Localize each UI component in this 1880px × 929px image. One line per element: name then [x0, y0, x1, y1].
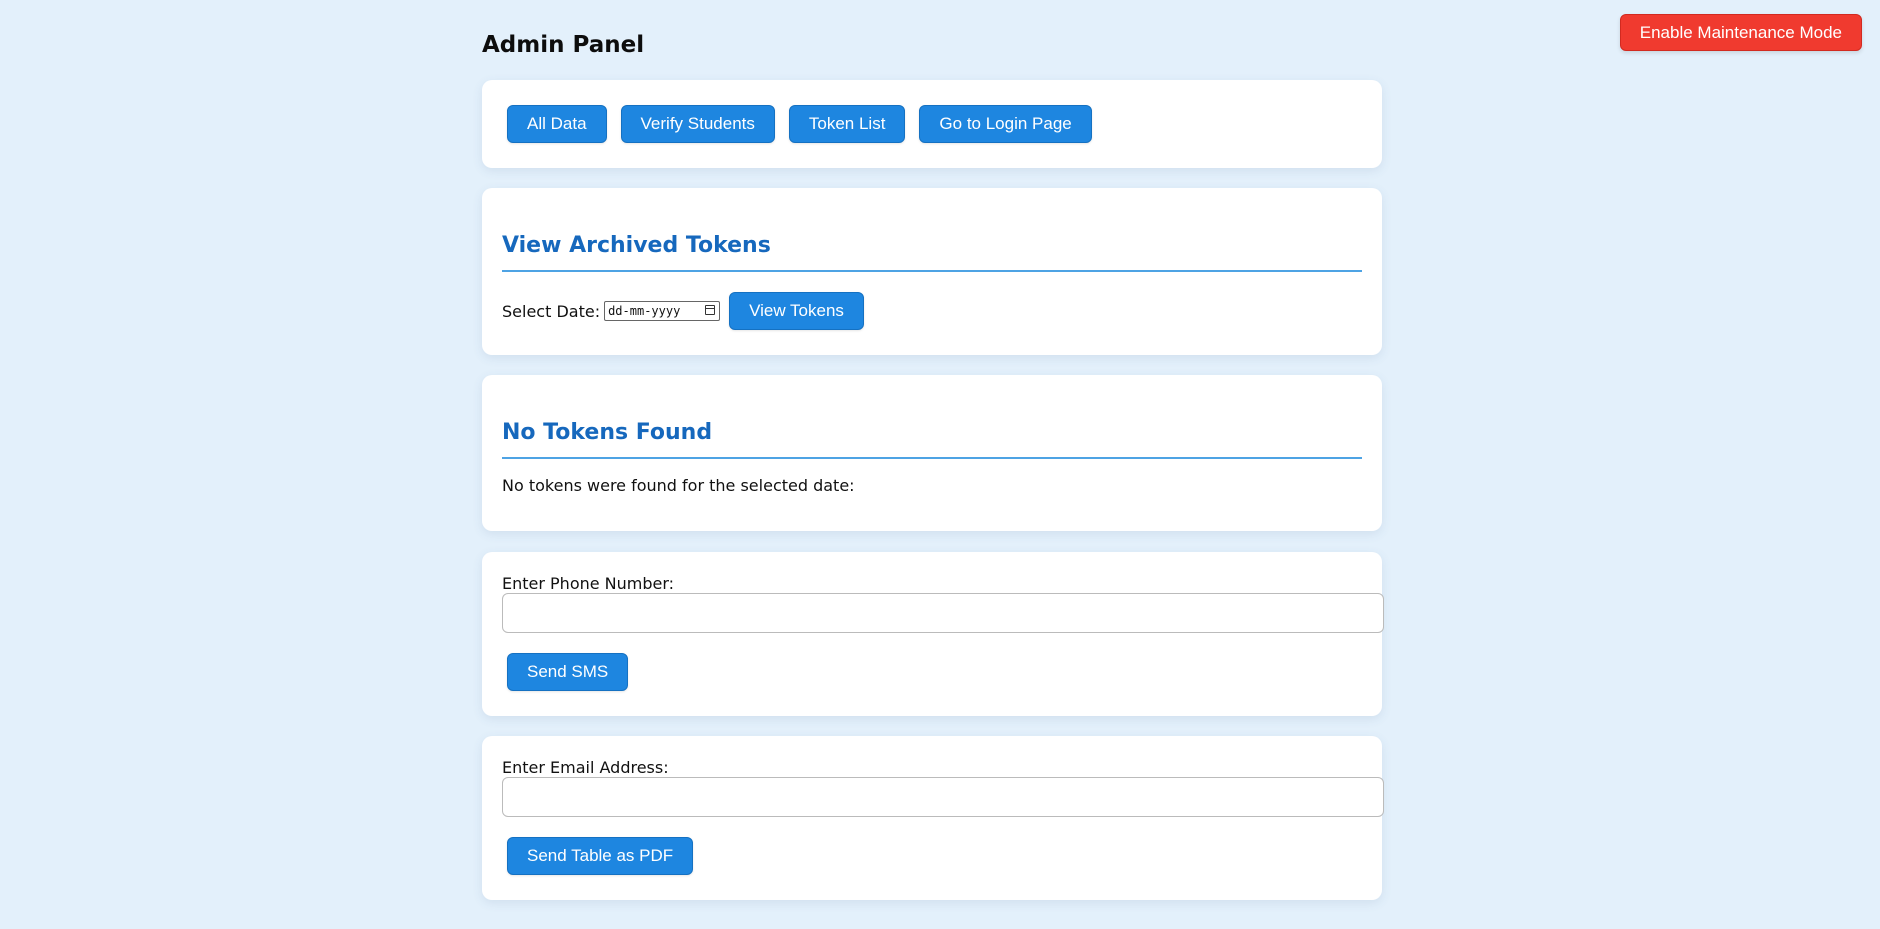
main-container: Admin Panel All Data Verify Students Tok… — [482, 0, 1384, 900]
select-date-label: Select Date: — [502, 301, 601, 321]
no-tokens-message: No tokens were found for the selected da… — [502, 476, 855, 495]
page-title: Admin Panel — [482, 32, 645, 58]
sms-card: Enter Phone Number: Send SMS — [482, 552, 1384, 716]
send-table-pdf-button[interactable]: Send Table as PDF — [507, 837, 694, 875]
all-data-button[interactable]: All Data — [507, 105, 607, 143]
date-placeholder: dd-mm-yyyy — [608, 304, 681, 318]
send-sms-button[interactable]: Send SMS — [507, 653, 629, 691]
date-select-row: Select Date: dd-mm-yyyy View Tokens — [502, 292, 864, 330]
phone-number-label: Enter Phone Number: — [502, 574, 675, 593]
phone-number-input[interactable] — [502, 593, 1384, 633]
token-list-button[interactable]: Token List — [788, 105, 906, 143]
archived-tokens-heading: View Archived Tokens — [502, 232, 1362, 272]
view-tokens-button[interactable]: View Tokens — [729, 292, 864, 330]
verify-students-button[interactable]: Verify Students — [620, 105, 775, 143]
email-card: Enter Email Address: Send Table as PDF — [482, 736, 1384, 900]
no-tokens-card: No Tokens Found No tokens were found for… — [482, 375, 1382, 531]
email-address-input[interactable] — [502, 777, 1384, 817]
admin-page: Enable Maintenance Mode Admin Panel All … — [0, 0, 1880, 929]
nav-button-row: All Data Verify Students Token List Go t… — [507, 105, 1092, 143]
enable-maintenance-button[interactable]: Enable Maintenance Mode — [1619, 14, 1862, 51]
nav-card: All Data Verify Students Token List Go t… — [482, 80, 1382, 168]
go-to-login-button[interactable]: Go to Login Page — [919, 105, 1092, 143]
no-tokens-heading: No Tokens Found — [502, 419, 1362, 459]
email-address-label: Enter Email Address: — [502, 758, 669, 777]
date-input[interactable]: dd-mm-yyyy — [604, 301, 721, 321]
calendar-icon[interactable] — [705, 305, 716, 315]
archived-tokens-card: View Archived Tokens Select Date: dd-mm-… — [482, 188, 1382, 355]
